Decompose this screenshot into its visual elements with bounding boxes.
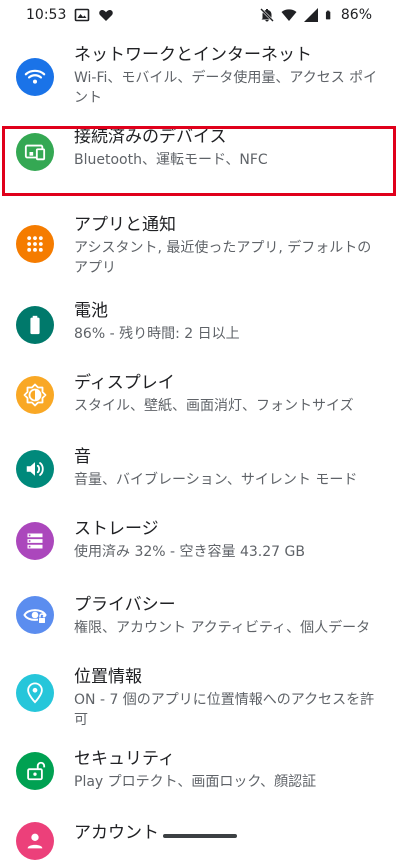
settings-item-subtitle: ON - 7 個のアプリに位置情報へのアクセスを許可 [74, 692, 375, 728]
settings-item-sound[interactable]: 音 音量、バイブレーション、サイレント モード [0, 440, 400, 512]
settings-item-title: 接続済みのデバイス [74, 127, 227, 147]
settings-item-text: ストレージ 使用済み 32% - 空き容量 43.27 GB [74, 518, 380, 562]
settings-item-title: セキュリティ [74, 749, 175, 769]
settings-item-icon-bg [16, 752, 54, 790]
notifications-off-icon [259, 8, 274, 22]
settings-item-display[interactable]: ディスプレイ スタイル、壁紙、画面消灯、フォントサイズ [0, 366, 400, 440]
settings-item-subtitle: スタイル、壁紙、画面消灯、フォントサイズ [74, 398, 354, 414]
settings-item-text: 音 音量、バイブレーション、サイレント モード [74, 446, 380, 490]
devices-icon [24, 144, 46, 161]
gesture-nav-handle[interactable] [163, 834, 237, 838]
settings-item-icon-bg [16, 522, 54, 560]
settings-list: ネットワークとインターネット Wi-Fi、モバイル、データ使用量、アクセス ポイ… [0, 32, 400, 860]
settings-item-icon-bg [16, 450, 54, 488]
settings-item-subtitle: Wi-Fi、モバイル、データ使用量、アクセス ポイント [74, 70, 378, 106]
battery-icon [30, 315, 40, 335]
settings-item-subtitle: 音量、バイブレーション、サイレント モード [74, 472, 358, 488]
settings-item-battery[interactable]: 電池 86% - 残り時間: 2 日以上 [0, 294, 400, 366]
privacy-eye-icon [23, 609, 47, 624]
settings-item-text: アカウント [74, 822, 380, 844]
wifi-status-icon [281, 9, 297, 21]
status-bar: 10:53 86% [0, 0, 400, 32]
heart-icon [99, 9, 114, 21]
settings-item-icon-bg [16, 58, 54, 96]
status-time: 10:53 [26, 7, 67, 23]
settings-item-text: ネットワークとインターネット Wi-Fi、モバイル、データ使用量、アクセス ポイ… [74, 44, 380, 108]
settings-item-icon-bg [16, 306, 54, 344]
battery-percentage: 86% [340, 7, 372, 23]
settings-item-title: 位置情報 [74, 667, 142, 687]
settings-item-subtitle: アシスタント, 最近使ったアプリ, デフォルトのアプリ [74, 240, 372, 276]
settings-item-text: プライバシー 権限、アカウント アクティビティ、個人データ [74, 594, 380, 638]
settings-item-subtitle: 86% - 残り時間: 2 日以上 [74, 326, 240, 342]
settings-item-icon-bg [16, 376, 54, 414]
settings-item-icon-bg [16, 596, 54, 634]
settings-item-icon-bg [16, 822, 54, 860]
cellular-signal-icon [303, 8, 318, 22]
settings-item-subtitle: 権限、アカウント アクティビティ、個人データ [74, 620, 371, 636]
storage-icon [27, 533, 43, 549]
settings-item-icon-bg [16, 225, 54, 263]
brightness-icon [23, 383, 47, 407]
settings-item-icon-bg [16, 133, 54, 171]
settings-item-text: 位置情報 ON - 7 個のアプリに位置情報へのアクセスを許可 [74, 666, 380, 730]
settings-item-storage[interactable]: ストレージ 使用済み 32% - 空き容量 43.27 GB [0, 512, 400, 586]
settings-item-title: ストレージ [74, 519, 159, 539]
settings-item-title: 電池 [74, 301, 108, 321]
settings-item-subtitle: 使用済み 32% - 空き容量 43.27 GB [74, 544, 305, 560]
settings-item-text: セキュリティ Play プロテクト、画面ロック、顔認証 [74, 748, 380, 792]
volume-icon [26, 462, 44, 476]
settings-item-account[interactable]: アカウント [0, 812, 400, 860]
settings-item-title: アプリと通知 [74, 215, 176, 235]
settings-item-title: ディスプレイ [74, 373, 175, 393]
gallery-notification-icon [75, 8, 90, 22]
settings-item-text: アプリと通知 アシスタント, 最近使ったアプリ, デフォルトのアプリ [74, 214, 380, 278]
settings-item-apps-notifications[interactable]: アプリと通知 アシスタント, 最近使ったアプリ, デフォルトのアプリ [0, 200, 400, 294]
status-left: 10:53 [26, 7, 114, 23]
settings-item-title: アカウント [74, 823, 159, 843]
settings-item-text: 電池 86% - 残り時間: 2 日以上 [74, 300, 380, 344]
status-right: 86% [259, 7, 372, 23]
settings-item-security[interactable]: セキュリティ Play プロテクト、画面ロック、顔認証 [0, 742, 400, 812]
settings-item-location[interactable]: 位置情報 ON - 7 個のアプリに位置情報へのアクセスを許可 [0, 660, 400, 742]
settings-item-privacy[interactable]: プライバシー 権限、アカウント アクティビティ、個人データ [0, 586, 400, 660]
settings-item-title: ネットワークとインターネット [74, 45, 312, 65]
lock-open-icon [27, 761, 46, 781]
settings-item-text: 接続済みのデバイス Bluetooth、運転モード、NFC [74, 126, 380, 170]
account-icon [27, 833, 43, 849]
settings-item-connected-devices[interactable]: 接続済みのデバイス Bluetooth、運転モード、NFC [0, 116, 400, 200]
settings-item-title: プライバシー [74, 595, 176, 615]
location-icon [27, 682, 43, 704]
settings-item-icon-bg [16, 674, 54, 712]
apps-grid-icon [27, 236, 43, 252]
settings-item-network[interactable]: ネットワークとインターネット Wi-Fi、モバイル、データ使用量、アクセス ポイ… [0, 32, 400, 116]
settings-item-subtitle: Play プロテクト、画面ロック、顔認証 [74, 774, 317, 790]
settings-item-subtitle: Bluetooth、運転モード、NFC [74, 152, 268, 168]
settings-item-text: ディスプレイ スタイル、壁紙、画面消灯、フォントサイズ [74, 372, 380, 416]
settings-item-title: 音 [74, 447, 91, 467]
wifi-icon [24, 69, 46, 84]
battery-status-icon [325, 10, 331, 20]
